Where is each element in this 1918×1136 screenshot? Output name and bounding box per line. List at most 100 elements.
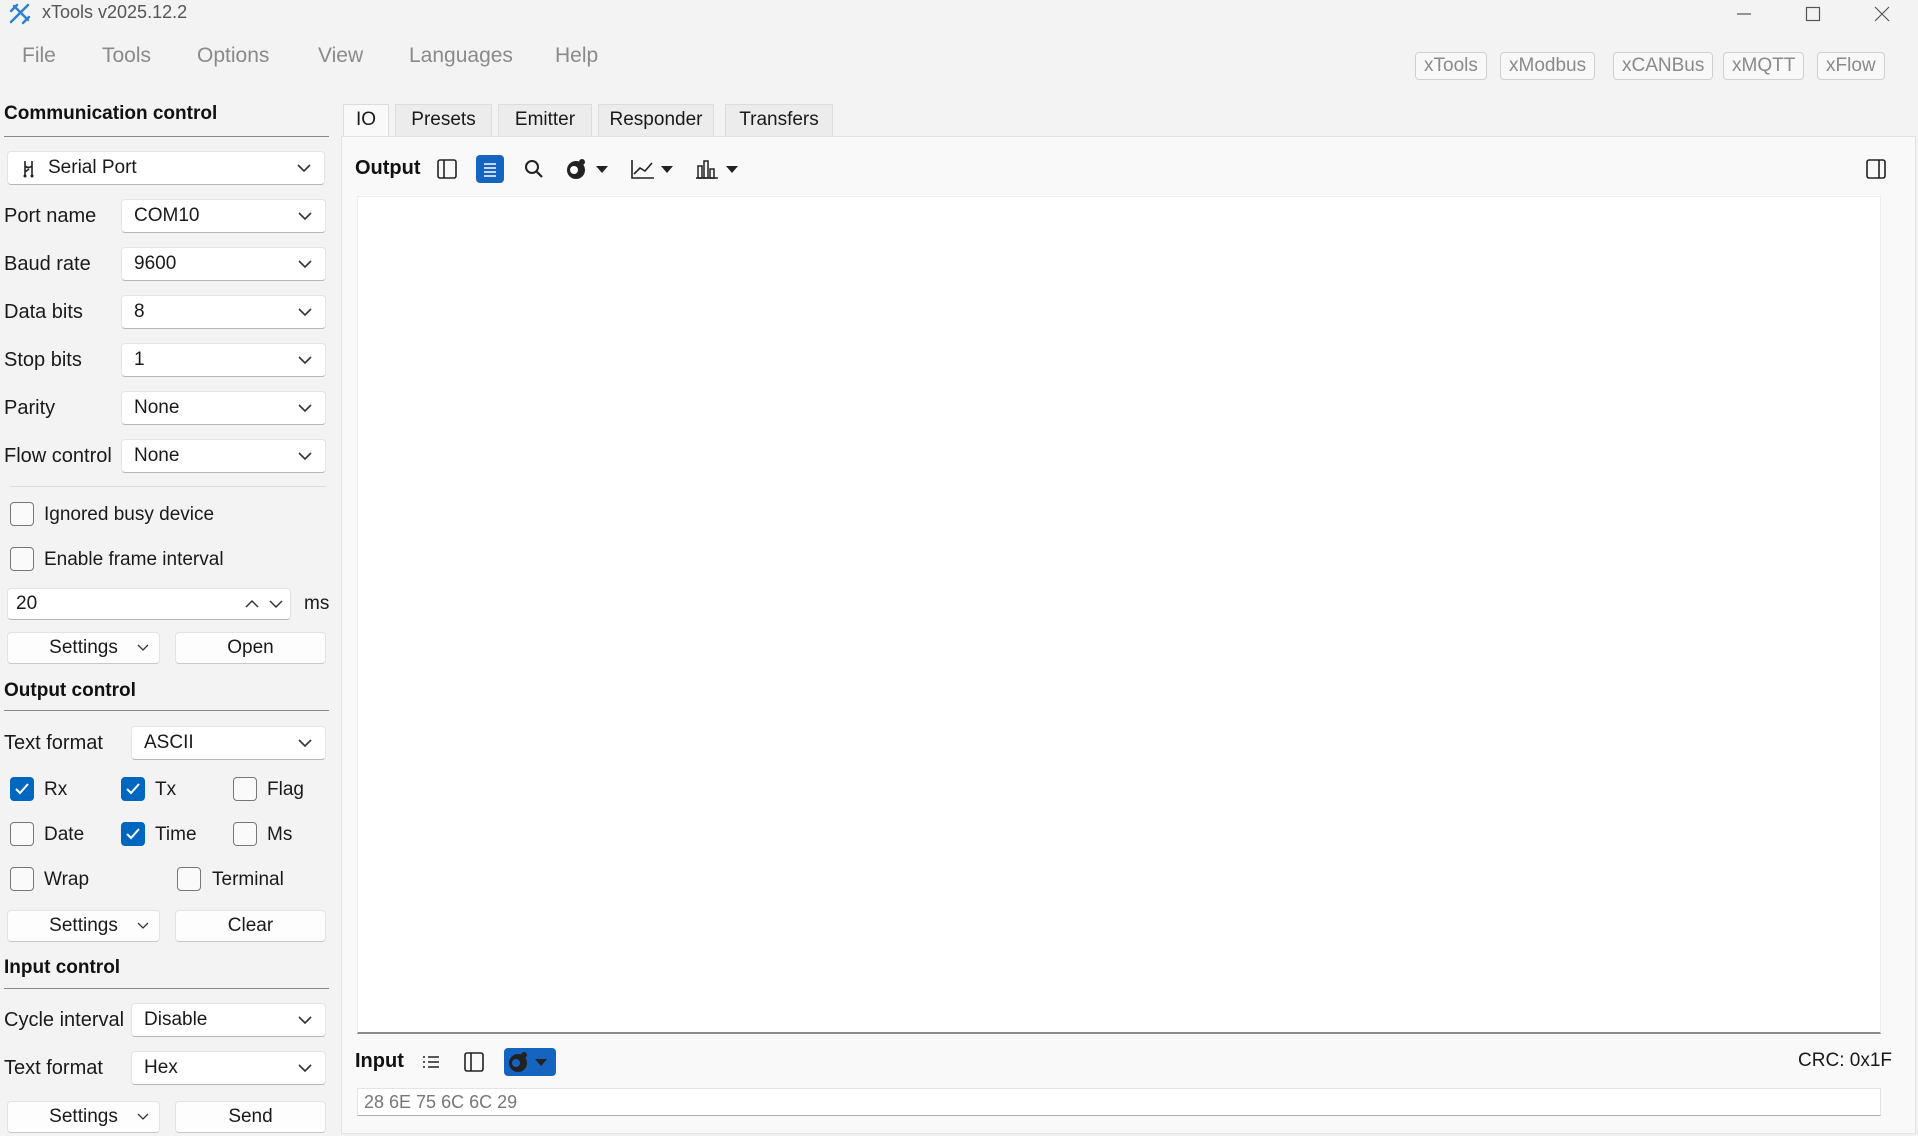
input-settings-button[interactable]: Settings [7, 1101, 160, 1133]
output-panel-toggle[interactable] [433, 155, 461, 183]
parity-label: Parity [4, 397, 56, 419]
menu-languages[interactable]: Languages [409, 44, 513, 68]
quick-xflow-button[interactable]: xFlow [1817, 52, 1885, 80]
input-highlight-dropdown[interactable] [504, 1048, 556, 1076]
input-text-format-select[interactable]: Hex [131, 1051, 326, 1085]
menu-file[interactable]: File [22, 44, 56, 68]
input-list-button[interactable] [417, 1048, 445, 1076]
cycle-interval-select[interactable]: Disable [131, 1003, 326, 1037]
check-icon [15, 783, 29, 795]
minimize-icon [1737, 13, 1751, 15]
tab-responder[interactable]: Responder [598, 104, 714, 136]
rx-checkbox[interactable] [10, 777, 34, 801]
data-bits-select[interactable]: 8 [121, 295, 326, 329]
comm-settings-label: Settings [49, 637, 118, 658]
frame-interval-unit: ms [304, 593, 330, 614]
output-highlight-dropdown[interactable] [563, 155, 617, 183]
date-checkbox[interactable] [10, 822, 34, 846]
tab-presets[interactable]: Presets [395, 104, 492, 136]
crc-value: CRC: 0x1F [1798, 1050, 1892, 1071]
flow-control-select[interactable]: None [121, 439, 326, 473]
send-button[interactable]: Send [175, 1101, 326, 1133]
output-label: Output [355, 157, 421, 179]
output-bar-chart-dropdown[interactable] [693, 155, 747, 183]
port-name-label: Port name [4, 205, 97, 227]
output-text-format-select[interactable]: ASCII [131, 726, 326, 760]
quick-xmqtt-button[interactable]: xMQTT [1723, 52, 1805, 80]
menu-help[interactable]: Help [555, 44, 598, 68]
menu-options[interactable]: Options [197, 44, 269, 68]
close-button[interactable] [1852, 0, 1912, 28]
rx-label: Rx [44, 779, 68, 800]
flow-control-value: None [134, 445, 180, 466]
input-text-field[interactable]: 28 6E 75 6C 6C 29 [357, 1088, 1881, 1116]
wrap-checkbox[interactable] [10, 867, 34, 891]
chevron-down-icon [298, 212, 312, 221]
output-list-toggle[interactable] [476, 155, 504, 183]
list-icon [484, 163, 496, 177]
open-button[interactable]: Open [175, 632, 326, 664]
input-control-title: Input control [4, 957, 121, 978]
ignored-busy-device-checkbox[interactable] [10, 502, 34, 526]
chevron-down-icon [298, 1064, 312, 1073]
data-bits-value: 8 [134, 301, 145, 322]
bar-chart-icon [696, 160, 738, 179]
menu-view[interactable]: View [318, 44, 363, 68]
port-name-value: COM10 [134, 205, 200, 226]
chevron-down-icon [137, 1113, 149, 1120]
communication-control-title: Communication control [4, 103, 218, 124]
output-settings-button[interactable]: Settings [7, 910, 160, 942]
chevron-down-icon [137, 644, 149, 651]
time-checkbox[interactable] [121, 822, 145, 846]
maximize-button[interactable] [1783, 0, 1843, 28]
enable-frame-interval-checkbox[interactable] [10, 547, 34, 571]
comm-settings-button[interactable]: Settings [7, 632, 160, 664]
right-sidebar-icon [1866, 159, 1886, 179]
section-divider [4, 988, 329, 989]
usb-icon [23, 161, 34, 178]
chevron-down-icon [298, 404, 312, 413]
check-icon [126, 783, 140, 795]
device-type-select[interactable]: Serial Port [7, 151, 325, 185]
terminal-checkbox[interactable] [177, 867, 201, 891]
baud-rate-select[interactable]: 9600 [121, 247, 326, 281]
window-title: xTools v2025.12.2 [42, 2, 188, 22]
input-text-format-label: Text format [4, 1057, 103, 1079]
minimize-button[interactable] [1714, 0, 1774, 28]
tab-emitter[interactable]: Emitter [498, 104, 592, 136]
output-search-button[interactable] [520, 155, 548, 183]
quick-xmodbus-button[interactable]: xModbus [1500, 52, 1596, 80]
port-name-select[interactable]: COM10 [121, 199, 326, 233]
input-panel-toggle[interactable] [460, 1048, 488, 1076]
quick-xcanbus-button[interactable]: xCANBus [1613, 52, 1714, 80]
chevron-down-icon [298, 452, 312, 461]
tab-io[interactable]: IO [343, 104, 389, 136]
ignored-busy-device-label: Ignored busy device [44, 504, 215, 525]
output-line-chart-dropdown[interactable] [628, 155, 682, 183]
parity-select[interactable]: None [121, 391, 326, 425]
ms-checkbox[interactable] [233, 822, 257, 846]
clear-button[interactable]: Clear [175, 910, 326, 942]
flag-checkbox[interactable] [233, 777, 257, 801]
tx-label: Tx [155, 779, 177, 800]
chevron-up-icon[interactable] [244, 598, 260, 610]
output-text-area[interactable] [357, 196, 1881, 1034]
right-panel-toggle[interactable] [1862, 155, 1890, 183]
chevron-down-icon [297, 164, 311, 173]
frame-interval-spinbox[interactable]: 20 [7, 588, 291, 620]
check-icon [126, 828, 140, 840]
date-label: Date [44, 824, 85, 845]
enable-frame-interval-label: Enable frame interval [44, 549, 224, 570]
menu-tools[interactable]: Tools [102, 44, 151, 68]
stop-bits-select[interactable]: 1 [121, 343, 326, 377]
input-text-format-value: Hex [144, 1057, 178, 1078]
app-logo-icon [8, 2, 32, 26]
tab-transfers[interactable]: Transfers [725, 104, 833, 136]
quick-xtools-button[interactable]: xTools [1415, 52, 1487, 80]
terminal-label: Terminal [212, 869, 284, 890]
chevron-down-icon [298, 739, 312, 748]
stop-bits-label: Stop bits [4, 349, 82, 371]
chevron-down-icon[interactable] [268, 598, 284, 610]
data-bits-label: Data bits [4, 301, 83, 323]
tx-checkbox[interactable] [121, 777, 145, 801]
